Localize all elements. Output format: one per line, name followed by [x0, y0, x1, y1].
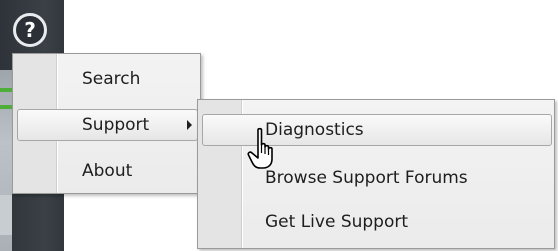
help-icon: ?	[24, 18, 36, 42]
status-indicator	[0, 88, 12, 92]
menu-item-label: About	[82, 161, 133, 181]
submenu-arrow-icon	[187, 120, 192, 130]
menu-item-search[interactable]: Search	[17, 63, 198, 95]
panel-block	[0, 195, 12, 235]
help-menu: Search Support About	[12, 53, 201, 194]
menu-item-support[interactable]: Support	[17, 109, 198, 141]
help-button[interactable]: ?	[13, 13, 47, 47]
menu-item-label: Support	[82, 115, 150, 135]
support-submenu: Diagnostics Browse Support Forums Get Li…	[197, 99, 555, 249]
menu-item-label: Get Live Support	[265, 212, 409, 232]
menu-item-label: Search	[82, 69, 141, 89]
menu-item-about[interactable]: About	[17, 155, 198, 187]
menu-item-get-live-support[interactable]: Get Live Support	[202, 206, 552, 238]
status-indicator	[0, 105, 12, 109]
hand-pointer-icon	[247, 127, 273, 169]
menu-item-label: Browse Support Forums	[265, 168, 468, 188]
